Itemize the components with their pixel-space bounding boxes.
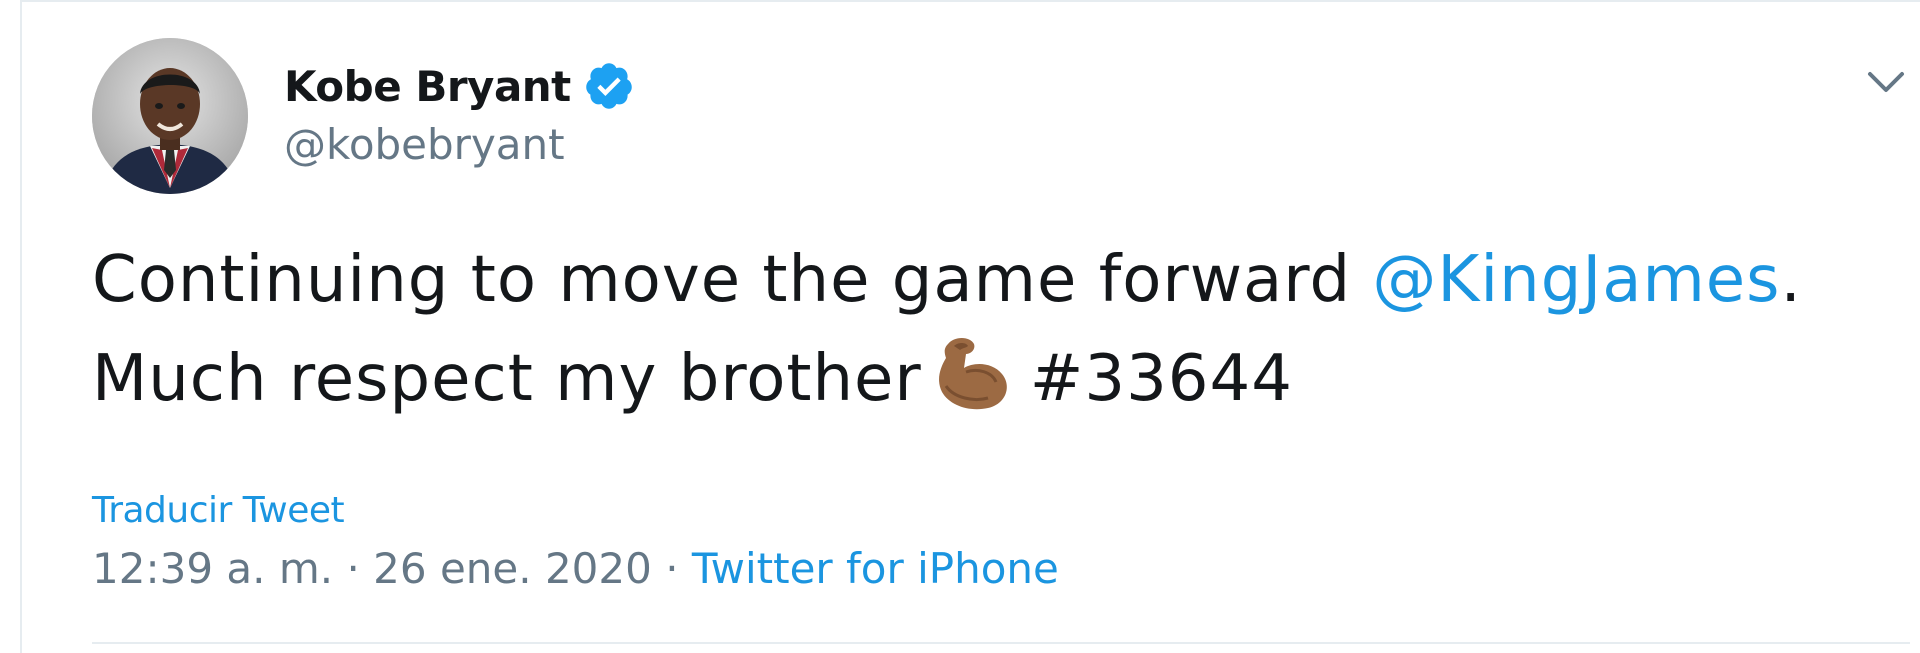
meta-separator-2: ·: [651, 544, 692, 593]
divider: [92, 642, 1910, 644]
chevron-down-icon[interactable]: [1862, 58, 1910, 106]
mention-link[interactable]: @KingJames: [1372, 243, 1780, 317]
tweet-text-part2: .: [1780, 243, 1802, 317]
flexed-biceps-icon: [930, 328, 1016, 414]
tweet-time[interactable]: 12:39 a. m.: [92, 544, 333, 593]
tweet-source-link[interactable]: Twitter for iPhone: [692, 544, 1059, 593]
avatar[interactable]: [92, 38, 248, 194]
tweet-card: Kobe Bryant @kobebryant Continuing to mo…: [20, 0, 1920, 653]
tweet-date[interactable]: 26 ene. 2020: [373, 544, 652, 593]
tweet-meta: 12:39 a. m. · 26 ene. 2020 · Twitter for…: [92, 544, 1059, 593]
hashtag-link[interactable]: #33644: [1030, 342, 1293, 416]
tweet-text-line2: Much respect my brother: [92, 342, 922, 416]
tweet-line-2: Much respect my brother #33644: [92, 328, 1892, 427]
author-handle[interactable]: @kobebryant: [284, 120, 565, 169]
tweet-line-1: Continuing to move the game forward @Kin…: [92, 232, 1892, 328]
translate-tweet-link[interactable]: Traducir Tweet: [92, 490, 345, 531]
tweet-text: Continuing to move the game forward @Kin…: [92, 232, 1892, 427]
author-row: Kobe Bryant: [284, 58, 635, 114]
avatar-photo: [92, 38, 248, 194]
author-name[interactable]: Kobe Bryant: [284, 62, 571, 111]
meta-separator: ·: [333, 544, 374, 593]
verified-badge-icon: [583, 60, 635, 112]
tweet-text-part1: Continuing to move the game forward: [92, 243, 1373, 317]
